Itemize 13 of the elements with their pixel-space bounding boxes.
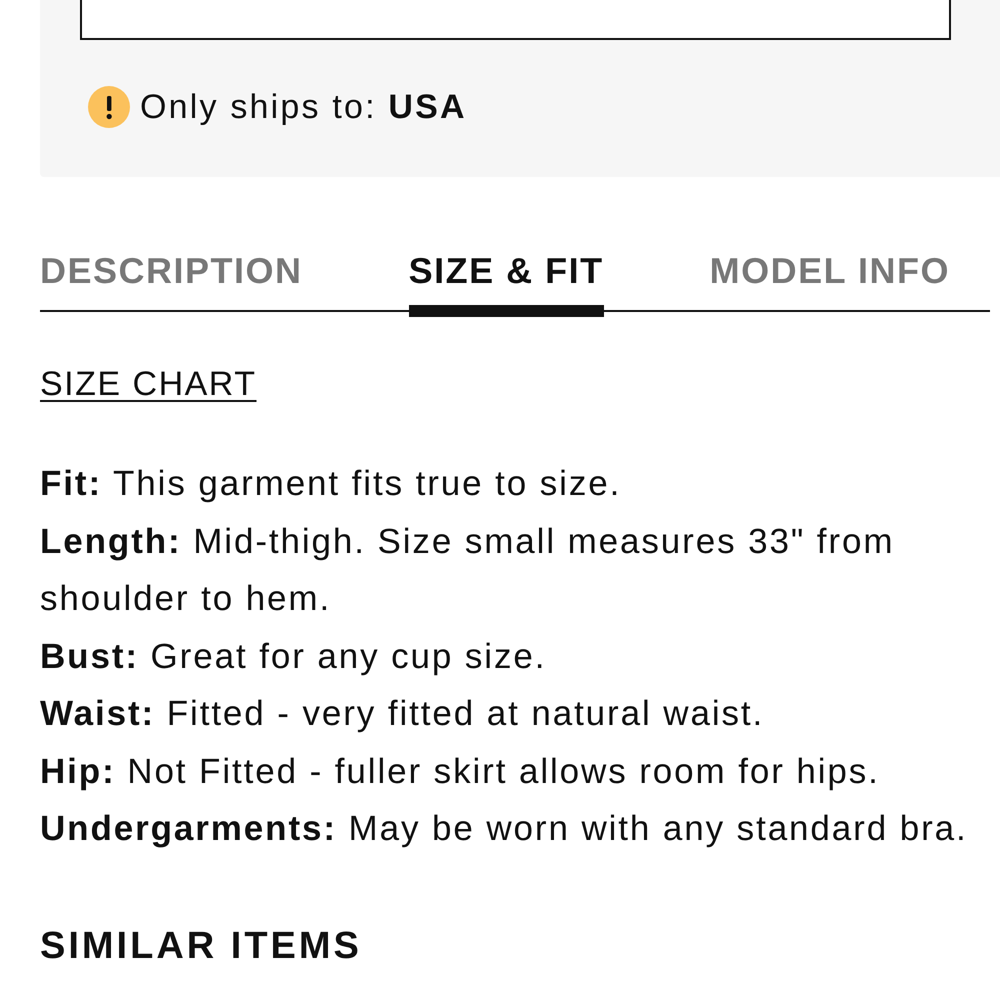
fit-detail-text: Undergarments: May be worn with any standard bra. [40,808,969,850]
tab[interactable]: MODEL INFO [710,251,950,317]
tab[interactable]: DESCRIPTION [40,251,303,317]
fit-detail-text: Bust: Great for any cup size. [40,636,548,678]
shipping-notice-text: Only ships to: USA [140,87,467,128]
tab[interactable]: SIZE & FIT [408,251,604,317]
fit-detail-text: Hip: Not Fitted - fuller skirt allows room for hips. [40,750,881,792]
size-chart-link[interactable]: SIZE CHART [40,364,257,404]
fit-detail-text: Fit: This garment fits true to size. [40,463,622,505]
warning-icon [88,86,130,128]
fit-detail-text: Length: Mid-thigh. Size small measures 33" from shoulder to hem. [40,520,896,620]
fit-detail-text: Waist: Fitted - very fitted at natural waist. [40,693,766,735]
section-heading: SIMILAR ITEMS [40,924,362,968]
